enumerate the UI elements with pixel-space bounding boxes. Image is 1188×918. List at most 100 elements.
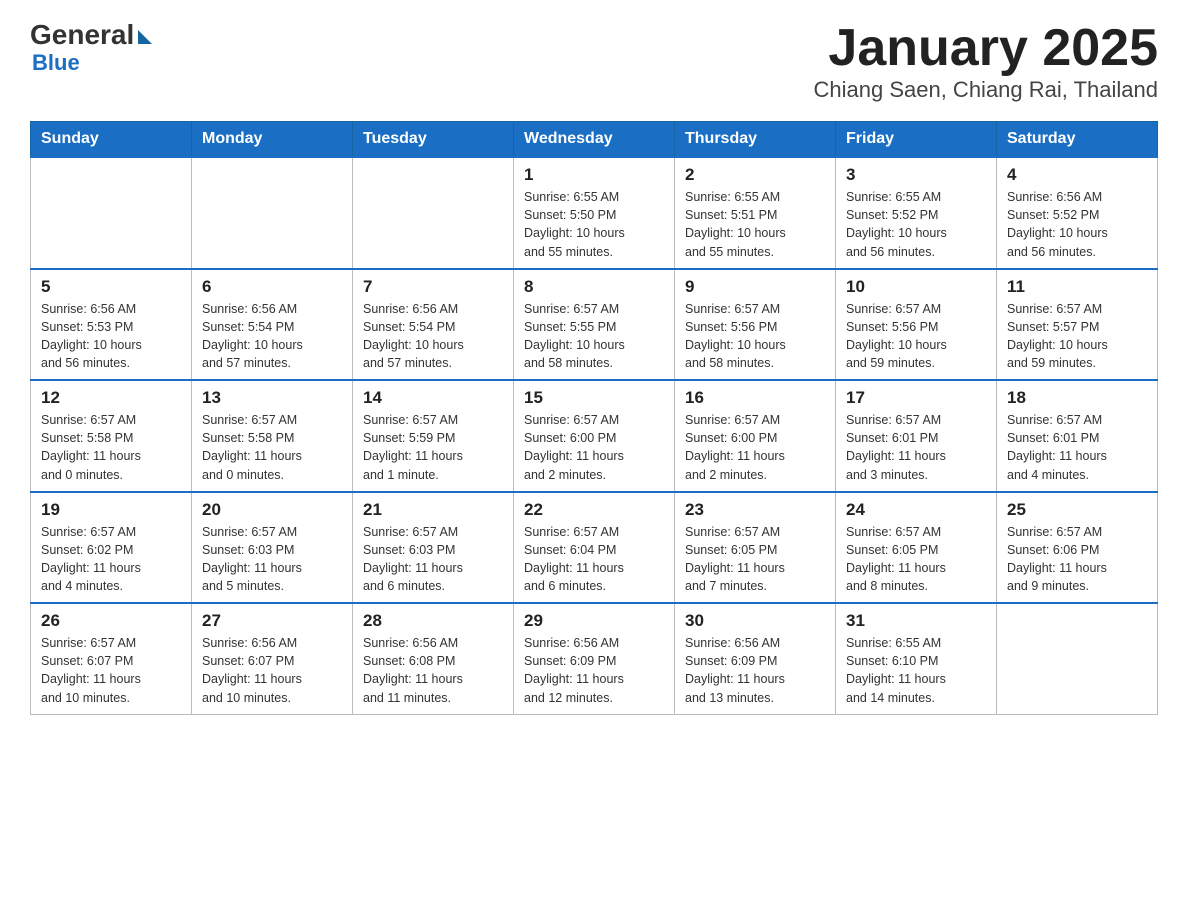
day-info: Sunrise: 6:57 AM Sunset: 6:02 PM Dayligh… xyxy=(41,523,181,596)
calendar-table: SundayMondayTuesdayWednesdayThursdayFrid… xyxy=(30,121,1158,715)
calendar-cell xyxy=(31,157,192,269)
day-info: Sunrise: 6:57 AM Sunset: 6:03 PM Dayligh… xyxy=(202,523,342,596)
day-number: 14 xyxy=(363,388,503,408)
calendar-cell: 21Sunrise: 6:57 AM Sunset: 6:03 PM Dayli… xyxy=(353,492,514,604)
calendar-header-row: SundayMondayTuesdayWednesdayThursdayFrid… xyxy=(31,122,1158,158)
day-number: 4 xyxy=(1007,165,1147,185)
weekday-header-sunday: Sunday xyxy=(31,122,192,158)
calendar-cell: 8 Sunrise: 6:57 AM Sunset: 5:55 PM Daylig… xyxy=(514,269,675,381)
calendar-cell: 11 Sunrise: 6:57 AM Sunset: 5:57 PM Dayli… xyxy=(997,269,1158,381)
calendar-cell: 7 Sunrise: 6:56 AM Sunset: 5:54 PM Daylig… xyxy=(353,269,514,381)
day-number: 9 xyxy=(685,277,825,297)
calendar-cell: 19 Sunrise: 6:57 AM Sunset: 6:02 PM Dayli… xyxy=(31,492,192,604)
calendar-cell: 4Sunrise: 6:56 AM Sunset: 5:52 PM Daylig… xyxy=(997,157,1158,269)
day-number: 29 xyxy=(524,611,664,631)
day-number: 30 xyxy=(685,611,825,631)
weekday-header-tuesday: Tuesday xyxy=(353,122,514,158)
day-number: 31 xyxy=(846,611,986,631)
day-info: Sunrise: 6:57 AM Sunset: 6:03 PM Dayligh… xyxy=(363,523,503,596)
day-info: Sunrise: 6:56 AM Sunset: 6:07 PM Dayligh… xyxy=(202,634,342,707)
calendar-cell: 16 Sunrise: 6:57 AM Sunset: 6:00 PM Dayli… xyxy=(675,380,836,492)
calendar-cell: 13 Sunrise: 6:57 AM Sunset: 5:58 PM Dayli… xyxy=(192,380,353,492)
week-row-1: 1Sunrise: 6:55 AM Sunset: 5:50 PM Daylig… xyxy=(31,157,1158,269)
day-info: Sunrise: 6:57 AM Sunset: 6:07 PM Dayligh… xyxy=(41,634,181,707)
calendar-cell xyxy=(192,157,353,269)
calendar-cell: 12 Sunrise: 6:57 AM Sunset: 5:58 PM Dayli… xyxy=(31,380,192,492)
day-info: Sunrise: 6:55 AM Sunset: 5:51 PM Dayligh… xyxy=(685,188,825,261)
day-info: Sunrise: 6:57 AM Sunset: 5:58 PM Dayligh… xyxy=(202,411,342,484)
day-number: 26 xyxy=(41,611,181,631)
day-number: 2 xyxy=(685,165,825,185)
calendar-cell: 1Sunrise: 6:55 AM Sunset: 5:50 PM Daylig… xyxy=(514,157,675,269)
weekday-header-wednesday: Wednesday xyxy=(514,122,675,158)
day-number: 25 xyxy=(1007,500,1147,520)
logo-arrow-icon xyxy=(138,30,152,44)
calendar-cell xyxy=(353,157,514,269)
logo-text: General xyxy=(30,20,134,51)
page-subtitle: Chiang Saen, Chiang Rai, Thailand xyxy=(814,77,1159,103)
week-row-3: 12 Sunrise: 6:57 AM Sunset: 5:58 PM Dayli… xyxy=(31,380,1158,492)
day-number: 28 xyxy=(363,611,503,631)
calendar-cell: 25 Sunrise: 6:57 AM Sunset: 6:06 PM Dayli… xyxy=(997,492,1158,604)
day-number: 5 xyxy=(41,277,181,297)
day-info: Sunrise: 6:56 AM Sunset: 6:09 PM Dayligh… xyxy=(524,634,664,707)
logo: General Blue xyxy=(30,20,152,75)
day-number: 17 xyxy=(846,388,986,408)
calendar-cell: 15 Sunrise: 6:57 AM Sunset: 6:00 PM Dayli… xyxy=(514,380,675,492)
day-info: Sunrise: 6:57 AM Sunset: 5:55 PM Dayligh… xyxy=(524,300,664,373)
day-info: Sunrise: 6:57 AM Sunset: 6:00 PM Dayligh… xyxy=(524,411,664,484)
calendar-cell: 2 Sunrise: 6:55 AM Sunset: 5:51 PM Daylig… xyxy=(675,157,836,269)
calendar-cell: 26 Sunrise: 6:57 AM Sunset: 6:07 PM Dayli… xyxy=(31,603,192,714)
day-info: Sunrise: 6:57 AM Sunset: 6:00 PM Dayligh… xyxy=(685,411,825,484)
week-row-4: 19 Sunrise: 6:57 AM Sunset: 6:02 PM Dayli… xyxy=(31,492,1158,604)
calendar-cell: 17Sunrise: 6:57 AM Sunset: 6:01 PM Dayli… xyxy=(836,380,997,492)
day-number: 19 xyxy=(41,500,181,520)
day-info: Sunrise: 6:57 AM Sunset: 6:06 PM Dayligh… xyxy=(1007,523,1147,596)
day-number: 20 xyxy=(202,500,342,520)
calendar-cell: 24Sunrise: 6:57 AM Sunset: 6:05 PM Dayli… xyxy=(836,492,997,604)
day-info: Sunrise: 6:57 AM Sunset: 5:57 PM Dayligh… xyxy=(1007,300,1147,373)
day-number: 13 xyxy=(202,388,342,408)
week-row-5: 26 Sunrise: 6:57 AM Sunset: 6:07 PM Dayli… xyxy=(31,603,1158,714)
calendar-cell: 3 Sunrise: 6:55 AM Sunset: 5:52 PM Daylig… xyxy=(836,157,997,269)
day-info: Sunrise: 6:55 AM Sunset: 6:10 PM Dayligh… xyxy=(846,634,986,707)
day-info: Sunrise: 6:57 AM Sunset: 6:04 PM Dayligh… xyxy=(524,523,664,596)
calendar-cell: 27Sunrise: 6:56 AM Sunset: 6:07 PM Dayli… xyxy=(192,603,353,714)
day-info: Sunrise: 6:56 AM Sunset: 6:09 PM Dayligh… xyxy=(685,634,825,707)
day-number: 11 xyxy=(1007,277,1147,297)
day-info: Sunrise: 6:57 AM Sunset: 5:59 PM Dayligh… xyxy=(363,411,503,484)
calendar-cell xyxy=(997,603,1158,714)
day-info: Sunrise: 6:56 AM Sunset: 5:53 PM Dayligh… xyxy=(41,300,181,373)
calendar-cell: 14 Sunrise: 6:57 AM Sunset: 5:59 PM Dayli… xyxy=(353,380,514,492)
calendar-cell: 18Sunrise: 6:57 AM Sunset: 6:01 PM Dayli… xyxy=(997,380,1158,492)
page-header: General Blue January 2025 Chiang Saen, C… xyxy=(30,20,1158,103)
calendar-cell: 31 Sunrise: 6:55 AM Sunset: 6:10 PM Dayli… xyxy=(836,603,997,714)
calendar-cell: 20 Sunrise: 6:57 AM Sunset: 6:03 PM Dayli… xyxy=(192,492,353,604)
calendar-cell: 30 Sunrise: 6:56 AM Sunset: 6:09 PM Dayli… xyxy=(675,603,836,714)
calendar-cell: 6 Sunrise: 6:56 AM Sunset: 5:54 PM Daylig… xyxy=(192,269,353,381)
day-info: Sunrise: 6:57 AM Sunset: 5:58 PM Dayligh… xyxy=(41,411,181,484)
weekday-header-saturday: Saturday xyxy=(997,122,1158,158)
calendar-cell: 28 Sunrise: 6:56 AM Sunset: 6:08 PM Dayli… xyxy=(353,603,514,714)
day-info: Sunrise: 6:57 AM Sunset: 6:05 PM Dayligh… xyxy=(685,523,825,596)
day-number: 3 xyxy=(846,165,986,185)
day-number: 23 xyxy=(685,500,825,520)
day-number: 6 xyxy=(202,277,342,297)
calendar-cell: 22Sunrise: 6:57 AM Sunset: 6:04 PM Dayli… xyxy=(514,492,675,604)
day-info: Sunrise: 6:56 AM Sunset: 5:54 PM Dayligh… xyxy=(363,300,503,373)
day-info: Sunrise: 6:56 AM Sunset: 5:54 PM Dayligh… xyxy=(202,300,342,373)
calendar-cell: 5 Sunrise: 6:56 AM Sunset: 5:53 PM Daylig… xyxy=(31,269,192,381)
calendar-cell: 23 Sunrise: 6:57 AM Sunset: 6:05 PM Dayli… xyxy=(675,492,836,604)
day-number: 16 xyxy=(685,388,825,408)
weekday-header-monday: Monday xyxy=(192,122,353,158)
calendar-cell: 29 Sunrise: 6:56 AM Sunset: 6:09 PM Dayli… xyxy=(514,603,675,714)
weekday-header-thursday: Thursday xyxy=(675,122,836,158)
day-info: Sunrise: 6:56 AM Sunset: 6:08 PM Dayligh… xyxy=(363,634,503,707)
day-number: 8 xyxy=(524,277,664,297)
day-number: 7 xyxy=(363,277,503,297)
day-info: Sunrise: 6:55 AM Sunset: 5:52 PM Dayligh… xyxy=(846,188,986,261)
day-number: 12 xyxy=(41,388,181,408)
calendar-cell: 10Sunrise: 6:57 AM Sunset: 5:56 PM Dayli… xyxy=(836,269,997,381)
day-number: 15 xyxy=(524,388,664,408)
day-info: Sunrise: 6:57 AM Sunset: 5:56 PM Dayligh… xyxy=(846,300,986,373)
